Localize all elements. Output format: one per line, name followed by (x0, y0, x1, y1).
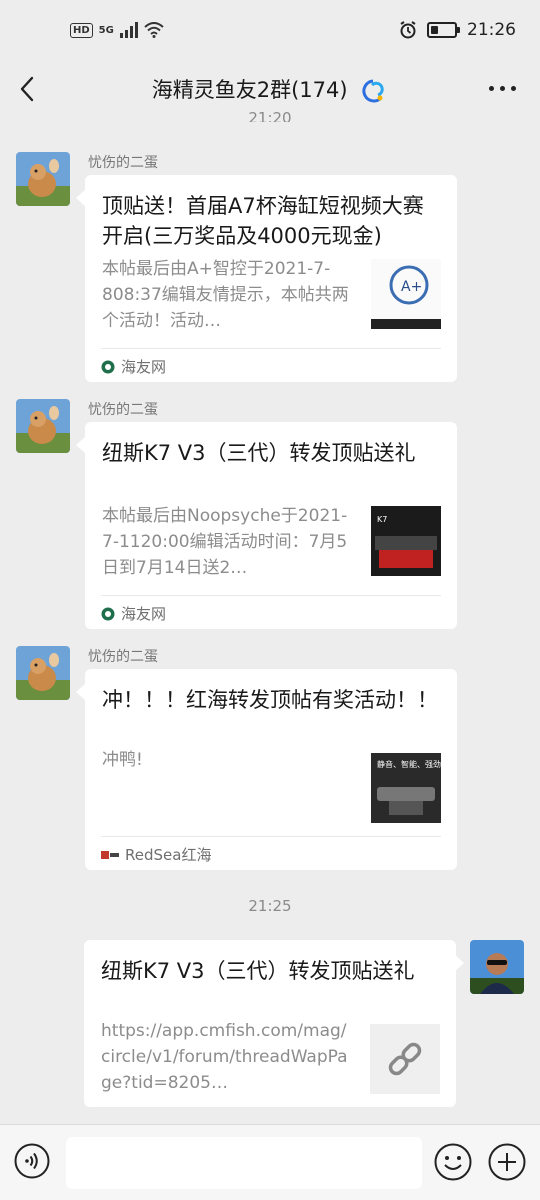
emoji-icon[interactable] (434, 1143, 472, 1181)
bubble-tail (76, 437, 85, 453)
card-source: 海友网 (101, 356, 166, 377)
card-title: 纽斯K7 V3（三代）转发顶贴送礼 (101, 959, 415, 983)
thumb-caption: A+ (401, 279, 422, 295)
sender-name: 忧伤的二蛋 (88, 155, 158, 171)
sender-name: 忧伤的二蛋 (88, 402, 158, 418)
card-description: https://app.cmfish.com/mag/circle/v1/for… (101, 1021, 348, 1093)
more-icon[interactable] (489, 86, 516, 91)
card-divider (101, 348, 441, 349)
avatar[interactable] (16, 399, 70, 453)
wifi-icon (144, 22, 164, 38)
chat-title: 海精灵鱼友2群(174) (151, 78, 348, 102)
message-input[interactable] (66, 1137, 422, 1189)
thumb-caption: 静音、智能、强劲 (377, 759, 441, 769)
alarm-icon (400, 21, 416, 39)
link-card[interactable]: 纽斯K7 V3（三代）转发顶贴送礼 https://app.cmfish.com… (84, 940, 456, 1107)
signal-icon (119, 22, 138, 38)
link-card[interactable]: 顶贴送！首届A7杯海缸短视频大赛开启(三万奖品及4000元现金) 本帖最后由A+… (85, 175, 457, 382)
source-name: RedSea红海 (125, 846, 212, 864)
battery-level (431, 26, 438, 34)
card-thumbnail: K7 (371, 506, 441, 576)
link-card[interactable]: 纽斯K7 V3（三代）转发顶贴送礼 本帖最后由Noopsyche于2021-7-… (85, 422, 457, 629)
source-name: 海友网 (121, 358, 167, 376)
card-thumbnail: A+ (371, 259, 441, 329)
card-source: RedSea红海 (101, 844, 211, 865)
timestamp-middle: 21:25 (248, 897, 292, 915)
site-logo-icon (101, 607, 115, 620)
source-name: 海友网 (121, 605, 167, 623)
chat-title-wrap: 海精灵鱼友2群(174) (0, 74, 540, 104)
sender-name: 忧伤的二蛋 (88, 649, 158, 665)
chat-header: 海精灵鱼友2群(174) (0, 64, 540, 114)
own-avatar[interactable] (470, 940, 524, 994)
avatar[interactable] (16, 646, 70, 700)
timestamp-top: 21:20 (248, 109, 292, 122)
card-description: 冲鸭! (102, 750, 143, 770)
link-icon (370, 1024, 440, 1094)
redsea-logo-icon (101, 850, 119, 859)
bubble-tail (76, 684, 85, 700)
input-bar (0, 1124, 540, 1200)
link-thumbnail (370, 1024, 440, 1094)
bubble-tail (76, 190, 85, 206)
card-divider (101, 595, 441, 596)
card-description: 本帖最后由Noopsyche于2021-7-1120:00编辑活动时间：7月5日… (102, 506, 348, 578)
card-description: 本帖最后由A+智控于2021-7-808:37编辑友情提示，本帖共两个活动！活动… (102, 259, 349, 331)
battery-icon (427, 22, 460, 38)
avatar[interactable] (16, 152, 70, 206)
card-title: 纽斯K7 V3（三代）转发顶贴送礼 (102, 441, 416, 465)
card-source: 海友网 (101, 603, 166, 624)
status-right: 21:26 (399, 20, 516, 40)
voice-icon[interactable] (14, 1143, 50, 1179)
network-label: 5G (98, 24, 114, 36)
link-card[interactable]: 冲！！！红海转发顶帖有奖活动！！ 冲鸭! 静音、智能、强劲 RedSea红海 (85, 669, 457, 870)
thumb-caption: K7 (377, 515, 387, 524)
hd-badge: HD (70, 22, 93, 38)
card-title: 顶贴送！首届A7杯海缸短视频大赛开启(三万奖品及4000元现金) (102, 194, 424, 248)
plus-icon[interactable] (488, 1143, 526, 1181)
card-title: 冲！！！红海转发顶帖有奖活动！！ (102, 688, 438, 712)
card-divider (101, 836, 441, 837)
bubble-tail (455, 955, 464, 971)
status-time: 21:26 (467, 20, 516, 40)
enterprise-badge-icon (362, 79, 384, 103)
status-left: HD 5G (70, 22, 164, 38)
site-logo-icon (101, 360, 115, 373)
status-bar: HD 5G 21:26 (0, 0, 540, 64)
card-thumbnail: 静音、智能、强劲 (371, 753, 441, 823)
